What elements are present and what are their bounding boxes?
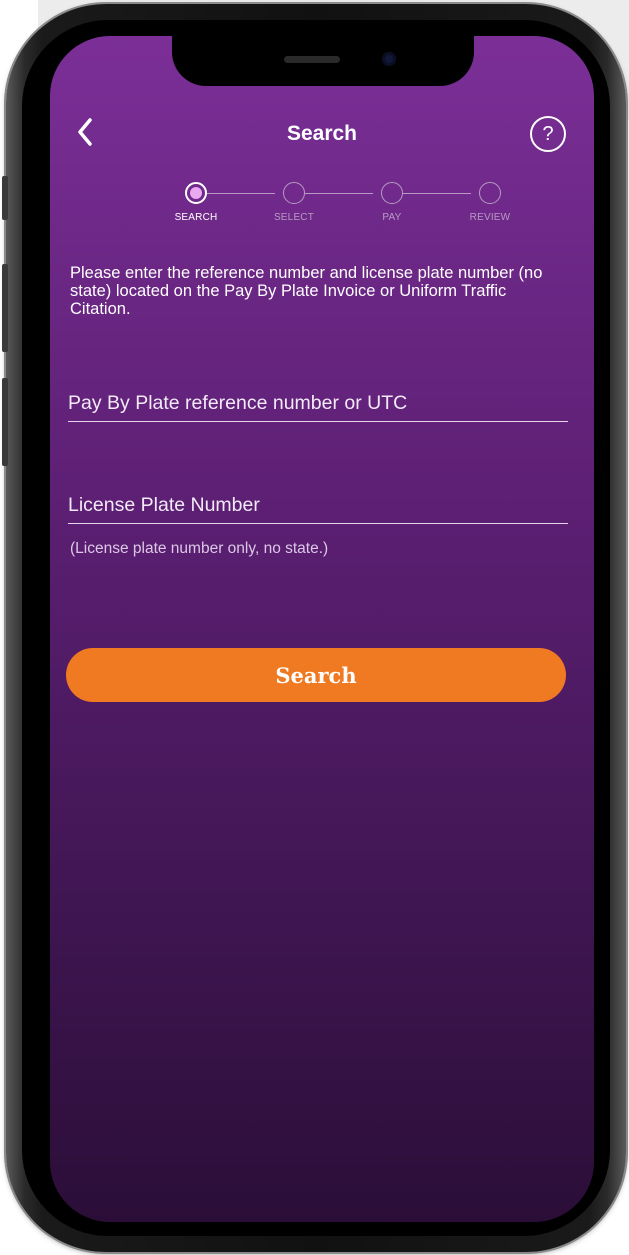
mute-switch — [2, 176, 8, 220]
navigation-bar: Search ? — [50, 116, 594, 166]
help-button[interactable]: ? — [530, 116, 566, 152]
license-plate-input[interactable] — [68, 494, 568, 523]
reference-number-input[interactable] — [68, 392, 568, 421]
reference-number-field[interactable] — [68, 392, 568, 422]
step-indicator — [479, 182, 501, 204]
step-indicator — [283, 182, 305, 204]
step-pay: PAY — [352, 182, 432, 223]
step-label: REVIEW — [469, 212, 511, 223]
step-indicator-active — [185, 182, 207, 204]
license-plate-field[interactable] — [68, 494, 568, 524]
step-select: SELECT — [254, 182, 334, 223]
step-label: PAY — [382, 212, 402, 223]
speaker-grille — [284, 56, 340, 63]
step-review: REVIEW — [450, 182, 530, 223]
step-label: SEARCH — [174, 212, 218, 223]
volume-up-button — [2, 264, 8, 352]
volume-down-button — [2, 378, 8, 466]
instructions-text: Please enter the reference number and li… — [70, 264, 543, 318]
page-title: Search — [286, 122, 358, 145]
step-search: SEARCH — [156, 182, 236, 223]
notch — [172, 36, 474, 86]
camera-icon — [382, 52, 396, 66]
plate-hint-text: (License plate number only, no state.) — [70, 540, 329, 557]
app-screen: Search ? SEARCH SELECT PAY REVIEW Please… — [50, 36, 594, 1222]
search-button[interactable]: Search — [66, 648, 566, 702]
step-indicator — [381, 182, 403, 204]
step-label: SELECT — [273, 212, 315, 223]
progress-stepper: SEARCH SELECT PAY REVIEW — [156, 182, 516, 232]
